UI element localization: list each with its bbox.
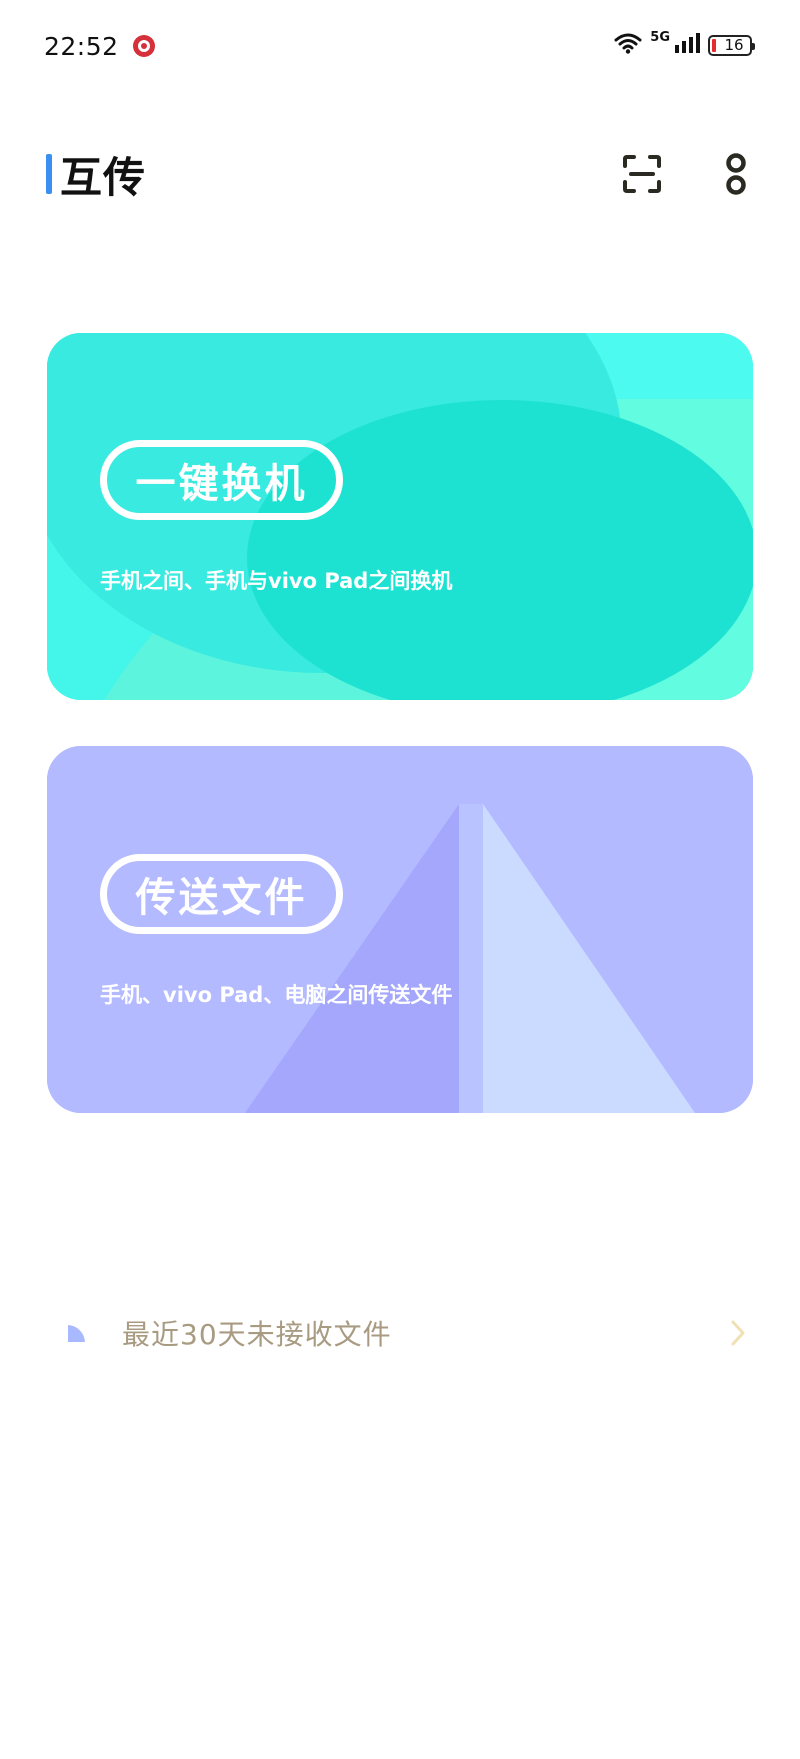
wifi-icon [614, 32, 642, 58]
pie-chart-icon [68, 1325, 85, 1342]
more-options-button[interactable] [712, 150, 760, 198]
header-actions [618, 150, 760, 198]
transfer-files-title: 传送文件 [100, 854, 343, 934]
network-type: 5G [650, 29, 670, 45]
phone-clone-subtitle: 手机之间、手机与vivo Pad之间换机 [100, 569, 453, 593]
page-title: 互传 [60, 152, 147, 202]
screen: 22:52 5G 16 互传 一键换机 手机之间、手机与vivo Pad之间换机… [0, 0, 800, 1759]
chevron-right-icon [731, 1320, 745, 1346]
status-indicators: 5G 16 [614, 29, 755, 58]
battery-level: 16 [724, 36, 744, 54]
battery-icon: 16 [708, 34, 755, 56]
signal-icon [674, 32, 700, 58]
transfer-files-card[interactable]: 传送文件 手机、vivo Pad、电脑之间传送文件 [47, 746, 753, 1113]
recent-files-row[interactable]: 最近30天未接收文件 [66, 1305, 746, 1361]
app-notification-icon [132, 35, 155, 57]
status-bar: 22:52 5G 16 [0, 0, 800, 92]
status-time: 22:52 [44, 31, 119, 61]
recent-files-label: 最近30天未接收文件 [122, 1318, 392, 1351]
more-options-icon [726, 153, 746, 195]
transfer-files-subtitle: 手机、vivo Pad、电脑之间传送文件 [100, 983, 453, 1007]
title-accent-bar [46, 154, 52, 194]
phone-clone-title: 一键换机 [100, 440, 343, 520]
scan-button[interactable] [618, 150, 666, 198]
scan-icon [623, 155, 661, 193]
phone-clone-card[interactable]: 一键换机 手机之间、手机与vivo Pad之间换机 [47, 333, 753, 700]
header: 互传 [46, 148, 760, 202]
